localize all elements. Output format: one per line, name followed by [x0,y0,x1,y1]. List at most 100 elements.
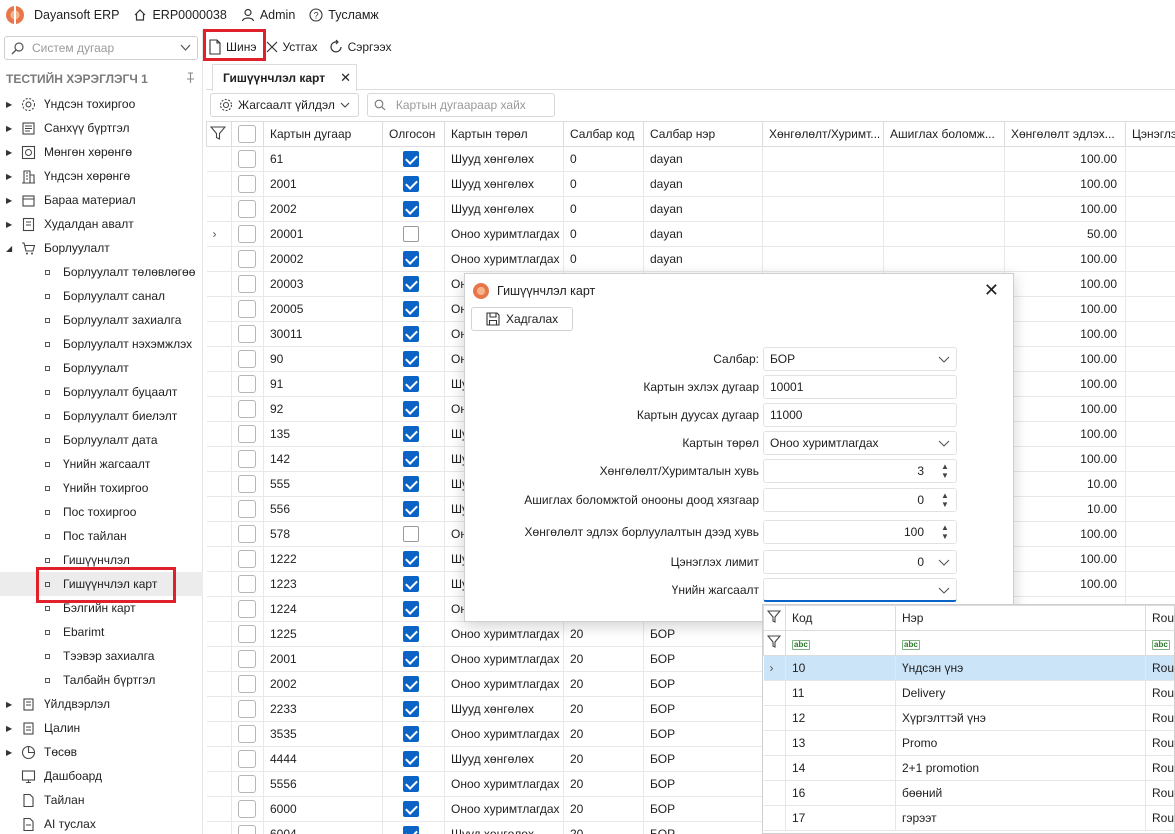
chevron-down-icon[interactable] [938,584,950,596]
column-header[interactable]: Салбар нэр [643,121,763,147]
issued-checkbox[interactable] [382,646,445,672]
issued-checkbox[interactable] [382,746,445,772]
expand-right-icon[interactable]: ▶ [6,100,14,109]
refresh-button[interactable]: Сэргээх [326,35,394,59]
expand-right-icon[interactable]: ▶ [6,700,14,709]
sidebar-subitem[interactable]: Борлуулалт [0,356,203,380]
issued-checkbox[interactable] [382,721,445,747]
sidebar-subitem[interactable]: Гишүүнчлэл карт [0,572,203,596]
list-item[interactable]: 11DeliveryRoun [763,680,1174,706]
sidebar-item[interactable]: Дашбоард [0,764,203,788]
sidebar-subitem[interactable]: Борлуулалт захиалга [0,308,203,332]
help-menu[interactable]: ? Тусламж [309,8,379,22]
expand-right-icon[interactable]: ▶ [6,172,14,181]
sidebar-item[interactable]: ◢ Борлуулалт [0,236,203,260]
sidebar-subitem[interactable]: Борлуулалт буцаалт [0,380,203,404]
row-select-checkbox[interactable] [231,446,264,472]
list-item[interactable]: 13PromoRoun [763,730,1174,756]
issued-checkbox[interactable] [382,321,445,347]
save-button[interactable]: Хадгалах [471,307,574,331]
pin-icon[interactable] [184,72,196,84]
issued-checkbox[interactable] [382,521,445,547]
sidebar-item[interactable]: ▶ Үндсэн хөрөнгө [0,164,203,188]
row-select-checkbox[interactable] [231,646,264,672]
row-select-checkbox[interactable] [231,746,264,772]
sidebar-item[interactable]: Тайлан [0,788,203,812]
select-field[interactable]: 0 [763,550,957,574]
column-header[interactable]: Хөнгөлөлт/Хуримт... [762,121,884,147]
chevron-down-icon[interactable] [938,353,950,365]
chevron-down-icon[interactable] [938,556,950,568]
popup-col-round[interactable]: Roun [1145,605,1174,631]
row-select-checkbox[interactable] [231,671,264,697]
column-header[interactable]: Цэнэглэх... [1125,121,1175,147]
issued-checkbox[interactable] [382,346,445,372]
expand-right-icon[interactable]: ▶ [6,220,14,229]
system-search-input[interactable]: Систем дугаар [4,36,198,60]
column-header[interactable]: Салбар код [563,121,644,147]
sidebar-subitem[interactable]: Тээвэр захиалга [0,644,203,668]
sidebar-item[interactable]: ▶ Цалин [0,716,203,740]
table-row[interactable]: 2002 Шууд хөнгөлөх 0 dayan 100.00 [206,196,1175,222]
expand-right-icon[interactable]: ▶ [6,148,14,157]
sidebar-subitem[interactable]: Талбайн бүртгэл [0,668,203,692]
row-select-checkbox[interactable] [231,721,264,747]
row-select-checkbox[interactable] [231,346,264,372]
list-actions-dropdown[interactable]: Жагсаалт үйлдэл [210,93,359,117]
expand-right-icon[interactable]: ▶ [6,724,14,733]
sidebar-item[interactable]: ▶ Санхүү бүртгэл [0,116,203,140]
sidebar-subitem[interactable]: Борлуулалт төлөвлөгөө [0,260,203,284]
issued-checkbox[interactable] [382,546,445,572]
company-code[interactable]: ERP0000038 [133,8,227,22]
select-field[interactable] [763,578,957,602]
issued-checkbox[interactable] [382,396,445,422]
list-item[interactable]: 12Хүргэлттэй үнэRoun [763,705,1174,731]
issued-checkbox[interactable] [382,246,445,272]
popup-col-code[interactable]: Код [785,605,896,631]
number-spinner[interactable]: 0 ▲ ▼ [763,488,957,512]
row-select-checkbox[interactable] [231,596,264,622]
expand-right-icon[interactable]: ▶ [6,196,14,205]
list-item[interactable]: 17гэрээтRoun [763,805,1174,831]
list-item[interactable]: ›10Үндсэн үнэRoun [763,655,1174,681]
text-input[interactable]: 10001 [763,375,957,399]
issued-checkbox[interactable] [382,621,445,647]
sidebar-subitem[interactable]: Ebarimt [0,620,203,644]
chevron-down-icon[interactable] [180,44,191,52]
column-header[interactable]: Картын төрөл [444,121,564,147]
select-field[interactable]: Оноо хуримтлагдах [763,431,957,455]
sidebar-subitem[interactable]: Борлуулалт нэхэмжлэх [0,332,203,356]
table-row[interactable]: 61 Шууд хөнгөлөх 0 dayan 100.00 [206,146,1175,172]
issued-checkbox[interactable] [382,146,445,172]
issued-checkbox[interactable] [382,171,445,197]
chevron-down-icon[interactable] [938,437,950,449]
spin-arrows-icon[interactable]: ▲ ▼ [940,523,950,541]
issued-checkbox[interactable] [382,271,445,297]
row-select-checkbox[interactable] [231,421,264,447]
expand-right-icon[interactable]: ▶ [6,748,14,757]
filter-icon[interactable] [763,605,786,631]
row-select-checkbox[interactable] [231,621,264,647]
select-field[interactable]: БОР [763,347,957,371]
row-select-checkbox[interactable] [231,696,264,722]
sidebar-subitem[interactable]: Үнийн жагсаалт [0,452,203,476]
row-select-checkbox[interactable] [231,321,264,347]
row-select-checkbox[interactable] [231,821,264,834]
sidebar-subitem[interactable]: Пос тайлан [0,524,203,548]
row-select-checkbox[interactable] [231,271,264,297]
filter-abc-icon[interactable]: abc [1145,630,1174,656]
row-select-checkbox[interactable] [231,171,264,197]
text-input[interactable]: 11000 [763,403,957,427]
new-button[interactable]: Шинэ [206,35,258,59]
row-select-checkbox[interactable] [231,196,264,222]
row-select-checkbox[interactable] [231,546,264,572]
issued-checkbox[interactable] [382,371,445,397]
issued-checkbox[interactable] [382,296,445,322]
dialog-close-button[interactable]: ✕ [984,280,999,301]
issued-checkbox[interactable] [382,471,445,497]
expand-down-icon[interactable]: ◢ [6,244,14,253]
select-all-checkbox[interactable] [231,121,264,147]
sidebar-item[interactable]: ▶ Төсөв [0,740,203,764]
sidebar-item[interactable]: ▶ Худалдан авалт [0,212,203,236]
filter-abc-icon[interactable]: abc [785,630,896,656]
